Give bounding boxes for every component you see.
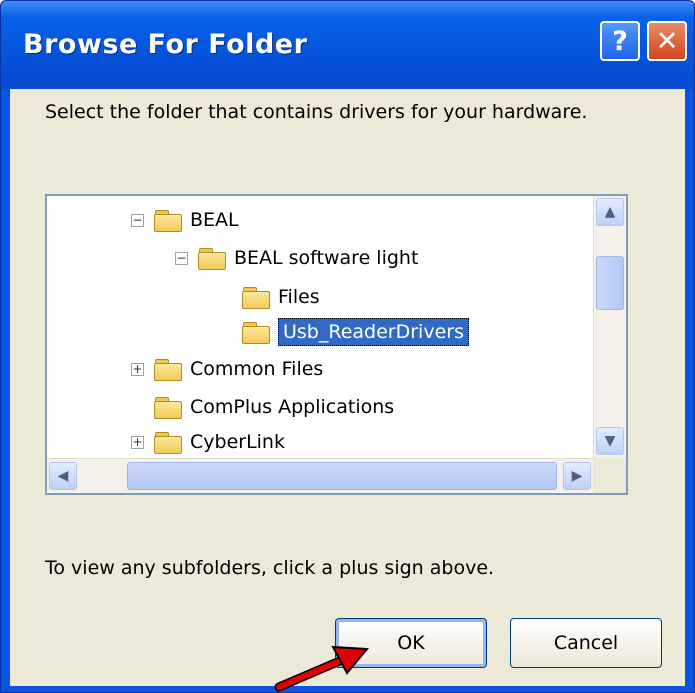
vertical-scrollbar[interactable]: ▲ ▼ — [593, 196, 626, 459]
tree-item-label: CyberLink — [190, 431, 285, 453]
expand-icon[interactable]: + — [131, 435, 144, 449]
scroll-right-icon: ▶ — [571, 468, 583, 484]
instruction-text: Select the folder that contains drivers … — [45, 101, 588, 123]
tree-item-label: BEAL — [190, 209, 239, 231]
vertical-scroll-thumb[interactable] — [596, 256, 624, 310]
scrollbar-corner — [593, 458, 626, 493]
horizontal-scroll-thumb[interactable] — [127, 462, 557, 490]
scroll-down-button[interactable]: ▼ — [596, 427, 624, 455]
close-icon: ✕ — [655, 25, 679, 57]
tree-item-label-selected: Usb_ReaderDrivers — [278, 318, 469, 346]
annotation-arrow-icon — [274, 645, 370, 692]
tree-item-common-files[interactable]: + Common Files — [131, 353, 323, 385]
scroll-right-button[interactable]: ▶ — [563, 462, 591, 490]
tree-item-label: BEAL software light — [234, 247, 419, 269]
tree-item-cyberlink[interactable]: + CyberLink — [131, 426, 285, 458]
collapse-icon[interactable]: − — [175, 251, 188, 265]
folder-icon — [154, 358, 182, 381]
tree-item-beal[interactable]: − BEAL — [131, 204, 239, 236]
scroll-left-icon: ◀ — [57, 468, 69, 484]
title-bar[interactable]: Browse For Folder ? ✕ — [1, 1, 694, 89]
tree-item-label: Common Files — [190, 358, 324, 380]
close-button[interactable]: ✕ — [647, 21, 687, 61]
help-button[interactable]: ? — [600, 21, 640, 61]
tree-item-label: Files — [278, 286, 320, 308]
horizontal-scrollbar[interactable]: ◀ ▶ — [47, 458, 594, 493]
dialog-title: Browse For Folder — [23, 29, 308, 60]
cancel-button[interactable]: Cancel — [510, 618, 662, 668]
folder-icon — [198, 247, 226, 270]
expand-icon[interactable]: + — [131, 362, 144, 376]
tree-item-usb-readerdrivers[interactable]: Usb_ReaderDrivers — [242, 316, 469, 348]
folder-open-icon — [242, 321, 270, 344]
scroll-left-button[interactable]: ◀ — [49, 462, 77, 490]
help-icon: ? — [612, 25, 628, 57]
scroll-down-icon: ▼ — [604, 433, 616, 449]
scroll-up-button[interactable]: ▲ — [596, 198, 624, 226]
folder-icon — [154, 396, 182, 419]
tree-item-label: ComPlus Applications — [190, 396, 395, 418]
tree-item-beal-software-light[interactable]: − BEAL software light — [175, 242, 418, 274]
folder-icon — [154, 209, 182, 232]
folder-icon — [242, 286, 270, 309]
collapse-icon[interactable]: − — [131, 213, 144, 227]
folder-icon — [154, 431, 182, 454]
scroll-up-icon: ▲ — [604, 204, 616, 220]
browse-for-folder-dialog: Browse For Folder ? ✕ Select the folder … — [0, 0, 695, 693]
tree-item-complus-applications[interactable]: ComPlus Applications — [154, 391, 394, 423]
hint-text: To view any subfolders, click a plus sig… — [45, 557, 495, 579]
folder-tree[interactable]: − BEAL − BEAL software light Files Usb_R… — [45, 194, 628, 495]
tree-item-files[interactable]: Files — [242, 281, 320, 313]
